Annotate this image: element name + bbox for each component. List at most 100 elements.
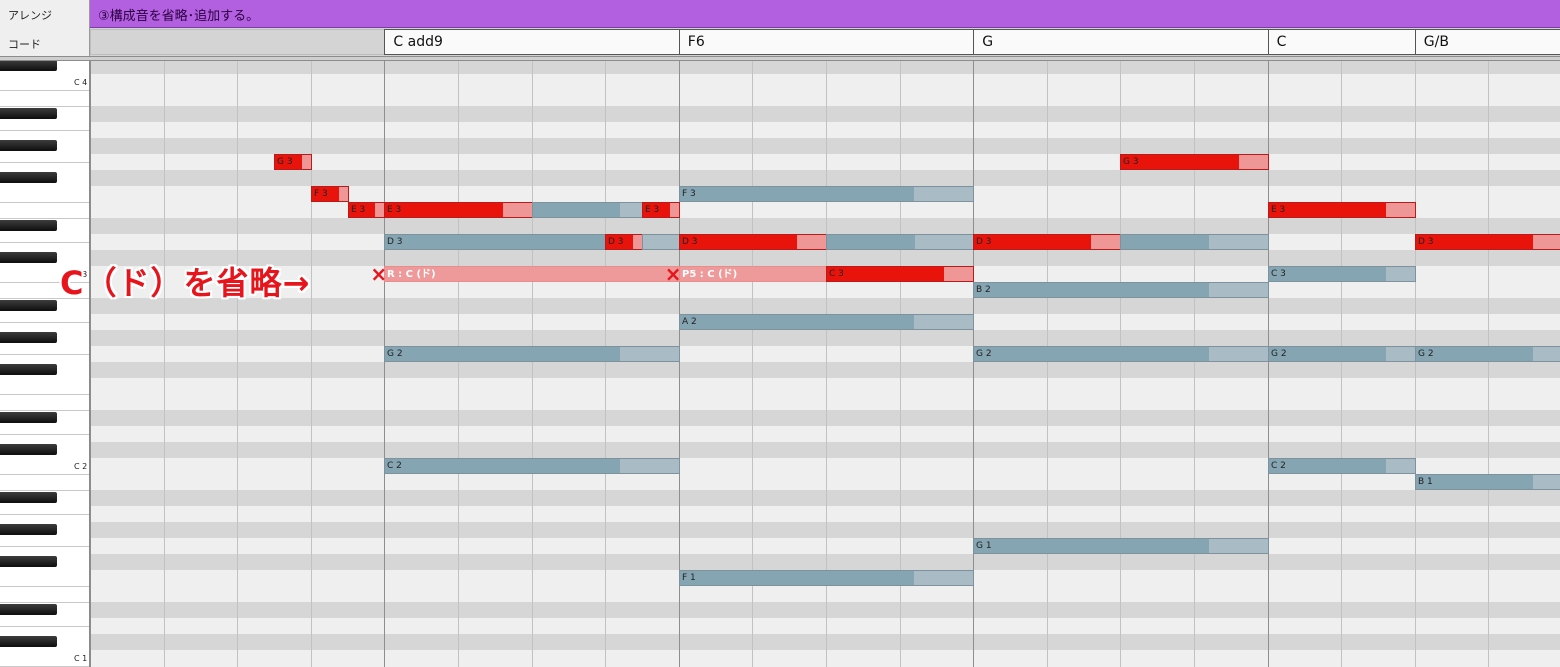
note-block[interactable]: E 3 (1268, 202, 1416, 218)
note-block[interactable] (642, 234, 680, 250)
note-velocity-fill (974, 283, 1210, 297)
note-block[interactable]: D 3 (384, 234, 606, 250)
beat-line (237, 61, 238, 667)
black-key[interactable] (0, 604, 57, 615)
omitted-note[interactable]: R : C (ド) (384, 266, 680, 282)
beat-line (311, 61, 312, 667)
chord-box[interactable]: G (973, 29, 1269, 55)
note-label: C 2 (387, 461, 402, 471)
chord-name: G (982, 34, 994, 50)
note-block[interactable]: A 2 (679, 314, 974, 330)
omit-annotation: C（ド）を省略→ (60, 264, 311, 302)
beat-line (164, 61, 165, 667)
black-key[interactable] (0, 300, 57, 311)
arrange-lane[interactable]: ③構成音を省略･追加する。 (90, 0, 1560, 28)
note-block[interactable]: G 2 (1268, 346, 1416, 362)
chord-box[interactable]: C add9 (384, 29, 680, 55)
white-key-divider (0, 162, 89, 163)
note-block[interactable] (1120, 234, 1269, 250)
note-block[interactable]: B 1 (1415, 474, 1560, 490)
octave-label: C 4 (74, 78, 88, 87)
note-velocity-fill (385, 347, 621, 361)
note-block[interactable]: C 2 (1268, 458, 1416, 474)
note-block[interactable]: E 3 (642, 202, 680, 218)
black-key[interactable] (0, 172, 57, 183)
note-velocity-fill (385, 235, 605, 249)
black-key[interactable] (0, 332, 57, 343)
note-velocity-fill (827, 235, 915, 249)
note-block[interactable]: E 3 (348, 202, 385, 218)
note-block[interactable]: E 3 (384, 202, 533, 218)
note-block[interactable]: G 2 (384, 346, 680, 362)
note-label: E 3 (387, 205, 402, 215)
note-block[interactable]: D 3 (973, 234, 1121, 250)
note-block[interactable]: F 3 (679, 186, 974, 202)
note-block[interactable]: G 3 (274, 154, 312, 170)
white-key-divider (0, 474, 89, 475)
octave-label: C 2 (74, 462, 88, 471)
note-block[interactable]: F 3 (311, 186, 349, 202)
note-label: B 2 (976, 285, 991, 295)
chord-box[interactable]: C (1267, 29, 1416, 55)
chord-track-label: コード (8, 38, 41, 51)
black-key[interactable] (0, 492, 57, 503)
note-label: R : C (ド) (387, 269, 436, 280)
black-key[interactable] (0, 636, 57, 647)
note-block[interactable]: D 3 (1415, 234, 1560, 250)
chord-name: F6 (687, 34, 705, 50)
chord-box[interactable]: G/B (1414, 29, 1560, 55)
black-key[interactable] (0, 140, 57, 151)
note-block[interactable]: C 2 (384, 458, 680, 474)
white-key-divider (0, 106, 89, 107)
note-block[interactable]: G 3 (1120, 154, 1269, 170)
note-block[interactable]: B 2 (973, 282, 1269, 298)
black-key[interactable] (0, 412, 57, 423)
black-key[interactable] (0, 252, 57, 263)
note-block[interactable]: D 3 (679, 234, 827, 250)
note-label: C 3 (1271, 269, 1286, 279)
omitted-note[interactable]: P5 : C (ド) (679, 266, 827, 282)
chord-box[interactable] (90, 29, 386, 55)
black-key[interactable] (0, 220, 57, 231)
chord-box[interactable]: F6 (678, 29, 975, 55)
black-key[interactable] (0, 61, 57, 71)
note-block[interactable] (532, 202, 643, 218)
note-block[interactable]: F 1 (679, 570, 974, 586)
note-label: G 3 (1123, 157, 1139, 167)
white-key-divider (0, 354, 89, 355)
note-block[interactable]: G 2 (1415, 346, 1560, 362)
white-key-divider (0, 626, 89, 627)
piano-keyboard[interactable]: C 4C 3C 2C 1 (0, 61, 90, 667)
note-block[interactable]: G 2 (973, 346, 1269, 362)
note-velocity-fill (385, 203, 503, 217)
note-block[interactable]: G 1 (973, 538, 1269, 554)
black-key[interactable] (0, 444, 57, 455)
note-label: F 3 (682, 189, 696, 199)
black-key[interactable] (0, 556, 57, 567)
black-key[interactable] (0, 524, 57, 535)
note-label: C 3 (829, 269, 844, 279)
note-block[interactable]: C 3 (826, 266, 974, 282)
note-velocity-fill (1269, 267, 1386, 281)
black-key[interactable] (0, 364, 57, 375)
note-block[interactable]: C 3 (1268, 266, 1416, 282)
piano-roll-grid[interactable]: G 3 F 3 E 3 E 3 E 3 D 3 D 3 R : C (ド) G 2 C 2 F 3 D… (90, 61, 1560, 667)
note-block[interactable]: D 3 (605, 234, 643, 250)
chord-name: G/B (1423, 34, 1449, 50)
chord-lane[interactable]: C add9 F6 G C G/B (90, 28, 1560, 58)
white-key-divider (0, 602, 89, 603)
note-label: E 3 (645, 205, 660, 215)
black-key[interactable] (0, 108, 57, 119)
note-velocity-fill (827, 267, 944, 281)
note-velocity-fill (1269, 203, 1386, 217)
note-label: G 1 (976, 541, 992, 551)
note-label: D 3 (682, 237, 698, 247)
note-label: A 2 (682, 317, 697, 327)
note-velocity-fill (974, 539, 1210, 553)
note-label: E 3 (1271, 205, 1286, 215)
white-key-divider (0, 546, 89, 547)
white-key-divider (0, 202, 89, 203)
note-label: D 3 (1418, 237, 1434, 247)
beat-line (1415, 61, 1416, 667)
note-block[interactable] (826, 234, 974, 250)
